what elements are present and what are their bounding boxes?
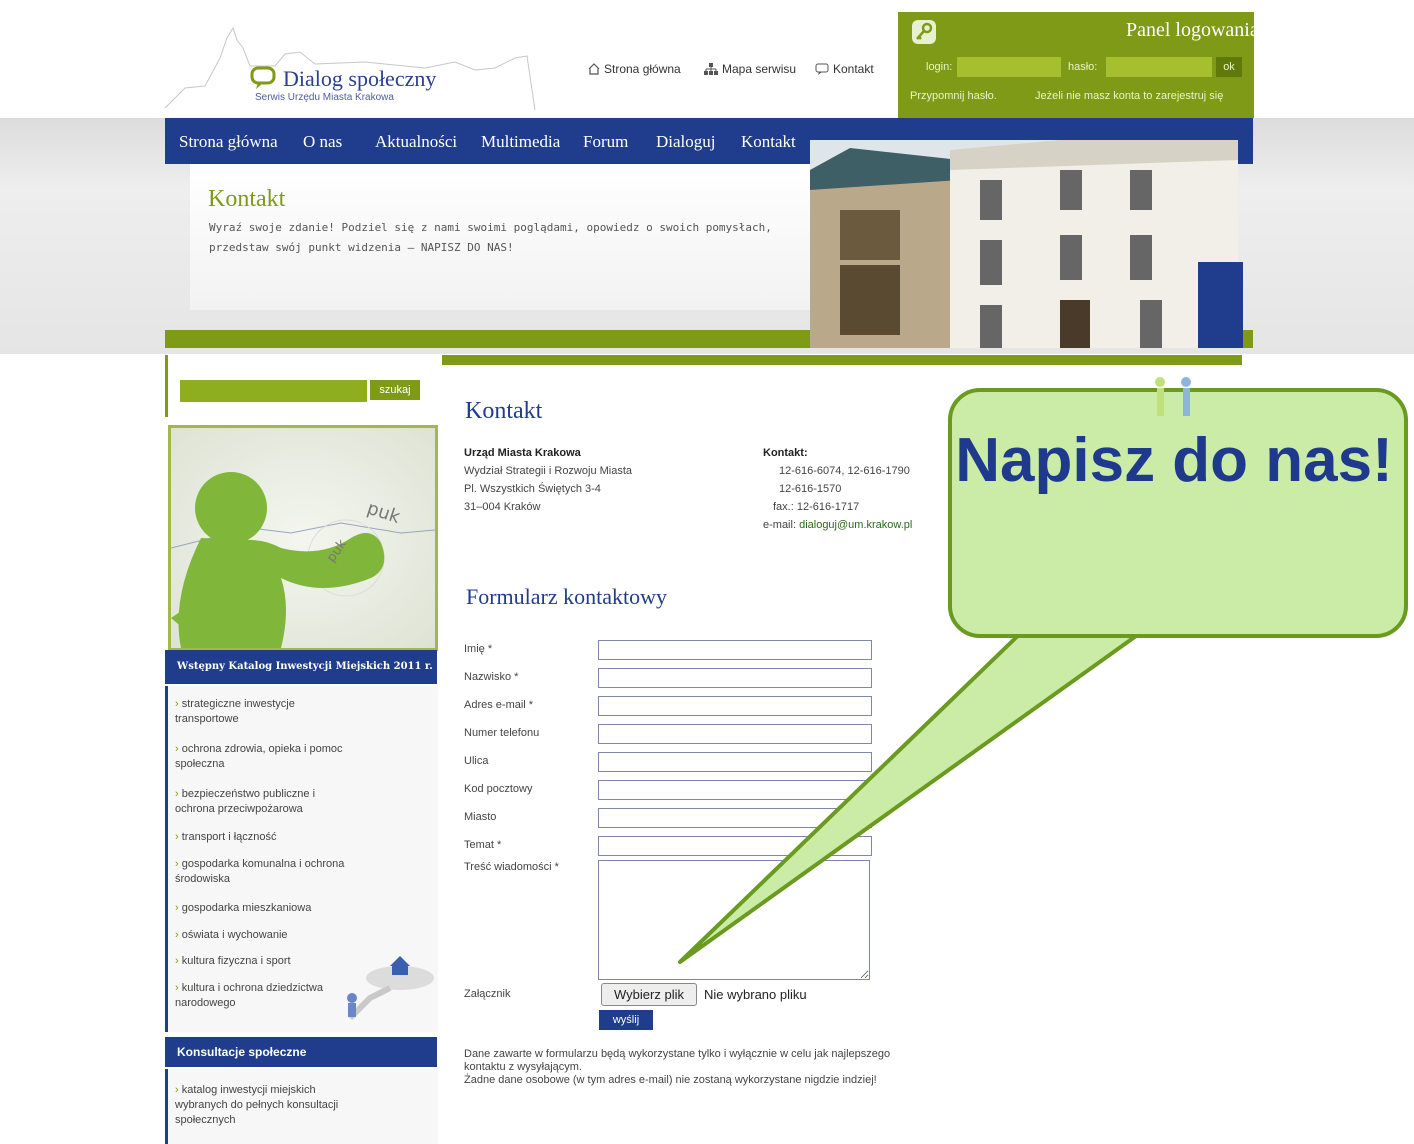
callout-text: Napisz do nas! [955,426,1393,495]
callout-seam [1026,620,1152,630]
people-figures-icon [1155,377,1191,416]
